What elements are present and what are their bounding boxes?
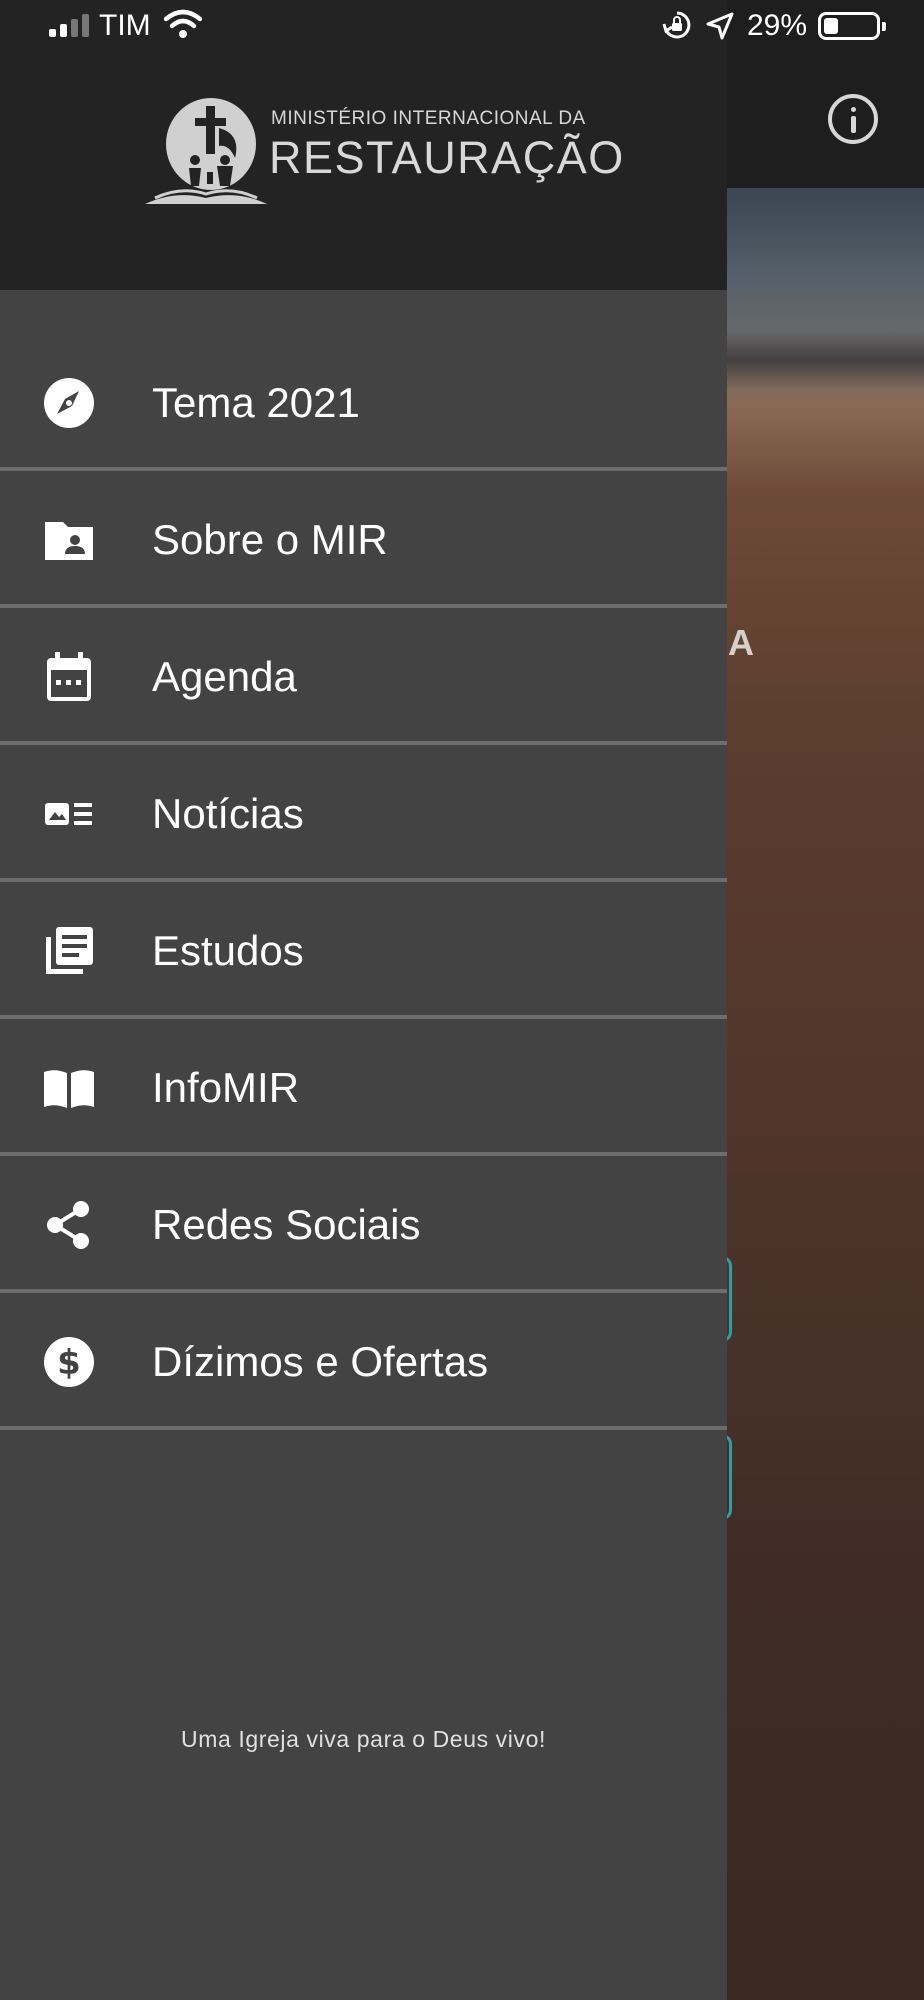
church-logo: MINISTÉRIO INTERNACIONAL DA RESTAURAÇÃO <box>145 94 623 206</box>
menu-item-sobre-o-mir[interactable]: Sobre o MIR <box>0 471 727 608</box>
wifi-icon <box>164 9 202 38</box>
location-arrow-icon <box>706 12 734 40</box>
battery-icon <box>818 12 886 40</box>
folder-person-icon <box>45 522 93 560</box>
menu-item-label: Agenda <box>152 653 297 700</box>
menu-item-agenda[interactable]: Agenda <box>0 608 727 745</box>
logo-text-line2: RESTAURAÇÃO <box>269 132 625 183</box>
menu-item-label: Notícias <box>152 790 304 837</box>
menu-item-tema-2021[interactable]: Tema 2021 <box>0 334 727 471</box>
menu-item-estudos[interactable]: Estudos <box>0 882 727 1019</box>
carrier-name: TIM <box>99 9 151 42</box>
share-icon <box>47 1201 89 1249</box>
calendar-icon <box>47 652 91 701</box>
book-open-icon <box>44 1070 94 1108</box>
drawer-footer-slogan: Uma Igreja viva para o Deus vivo! <box>181 1726 546 1752</box>
menu-item-label: Dízimos e Ofertas <box>152 1338 489 1385</box>
battery-percent: 29% <box>747 9 808 42</box>
menu-item-label: Redes Sociais <box>152 1201 421 1248</box>
church-emblem-icon <box>145 98 267 204</box>
compass-icon <box>44 378 94 428</box>
menu-item-dizimos-e-ofertas[interactable]: $ Dízimos e Ofertas <box>0 1293 727 1430</box>
cellular-signal-icon <box>49 13 93 37</box>
menu-item-label: Tema 2021 <box>152 379 360 426</box>
navigation-drawer: MINISTÉRIO INTERNACIONAL DA RESTAURAÇÃO … <box>0 0 727 2000</box>
dollar-circle-icon: $ <box>44 1337 94 1387</box>
menu-item-label: InfoMIR <box>152 1064 300 1111</box>
status-bar: TIM 29% <box>0 0 924 50</box>
menu-item-infomir[interactable]: InfoMIR <box>0 1019 727 1156</box>
logo-text-line1: MINISTÉRIO INTERNACIONAL DA <box>271 108 586 129</box>
news-icon <box>45 803 92 825</box>
rotation-lock-icon <box>662 11 691 39</box>
menu-item-redes-sociais[interactable]: Redes Sociais <box>0 1156 727 1293</box>
menu-item-label: Sobre o MIR <box>152 516 388 563</box>
drawer-menu: Tema 2021 Sobre o MIR Agenda Notícias Es… <box>0 334 727 1430</box>
info-icon[interactable] <box>828 94 878 144</box>
menu-item-noticias[interactable]: Notícias <box>0 745 727 882</box>
library-books-icon <box>46 927 93 974</box>
menu-item-label: Estudos <box>152 927 304 974</box>
svg-text:$: $ <box>57 1343 81 1383</box>
